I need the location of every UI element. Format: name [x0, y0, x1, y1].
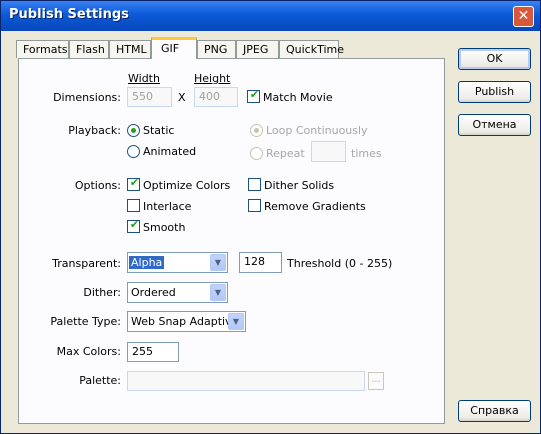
dimension-separator: X: [178, 91, 186, 104]
match-movie-checkbox[interactable]: ✔: [247, 88, 260, 103]
title-bar: Publish Settings ✕: [1, 1, 540, 31]
palette-label: Palette:: [79, 374, 121, 387]
static-label: Static: [143, 124, 175, 137]
remove-gradients-label: Remove Gradients: [264, 200, 366, 213]
tab-formats[interactable]: Formats: [16, 40, 69, 58]
publish-settings-dialog: Publish Settings ✕ Formats Flash HTML GI…: [0, 0, 541, 434]
chevron-down-icon[interactable]: ▼: [210, 284, 226, 301]
help-button[interactable]: Справка: [458, 400, 531, 422]
tab-flash[interactable]: Flash: [69, 40, 109, 58]
radio-dot: [131, 128, 136, 133]
radio-dot: [254, 128, 259, 133]
tab-quicktime[interactable]: QuickTime: [279, 40, 344, 58]
tab-jpeg[interactable]: JPEG: [236, 40, 279, 58]
palette-type-value: Web Snap Adaptive: [131, 315, 239, 328]
optimize-colors-checkbox[interactable]: ✔: [127, 176, 140, 191]
animated-radio[interactable]: [127, 145, 140, 158]
smooth-label: Smooth: [143, 221, 186, 234]
loop-continuously-radio[interactable]: [250, 124, 263, 137]
width-input[interactable]: 550: [127, 87, 172, 107]
max-colors-input[interactable]: 255: [127, 342, 179, 362]
checkmark-icon: ✔: [129, 176, 140, 189]
palette-type-label: Palette Type:: [50, 315, 121, 328]
transparent-label: Transparent:: [52, 257, 121, 270]
ok-button[interactable]: OK: [458, 48, 531, 70]
dither-label: Dither:: [83, 286, 121, 299]
options-label: Options:: [74, 179, 121, 192]
tab-png[interactable]: PNG: [197, 40, 236, 58]
interlace-label: Interlace: [143, 200, 192, 213]
times-label: times: [351, 147, 382, 160]
dither-value: Ordered: [131, 286, 176, 299]
publish-button[interactable]: Publish: [458, 81, 531, 103]
close-icon: ✕: [517, 8, 530, 24]
repeat-label: Repeat: [266, 147, 305, 160]
repeat-radio[interactable]: [250, 147, 263, 160]
static-radio[interactable]: [127, 124, 140, 137]
width-label: Width: [128, 72, 160, 85]
palette-input[interactable]: [127, 371, 365, 391]
transparent-value: Alpha: [129, 256, 165, 269]
close-button[interactable]: ✕: [513, 6, 534, 27]
height-input[interactable]: 400: [194, 87, 238, 107]
threshold-input[interactable]: 128: [239, 252, 282, 273]
repeat-count-input[interactable]: [311, 141, 346, 162]
gif-settings-panel: [18, 58, 445, 424]
chevron-down-icon[interactable]: ▼: [228, 313, 244, 330]
palette-type-select[interactable]: Web Snap Adaptive ▼: [127, 311, 246, 332]
interlace-checkbox[interactable]: [127, 199, 140, 212]
dither-solids-checkbox[interactable]: [248, 178, 261, 191]
cancel-button[interactable]: Отмена: [458, 114, 531, 136]
checkmark-icon: ✔: [129, 218, 140, 231]
dither-solids-label: Dither Solids: [264, 179, 335, 192]
dimensions-label: Dimensions:: [53, 91, 121, 104]
smooth-checkbox[interactable]: ✔: [127, 218, 140, 233]
threshold-label: Threshold (0 - 255): [287, 257, 393, 270]
chevron-down-icon[interactable]: ▼: [210, 254, 226, 271]
playback-label: Playback:: [68, 124, 121, 137]
checkmark-icon: ✔: [249, 88, 260, 101]
window-title: Publish Settings: [9, 7, 129, 22]
loop-continuously-label: Loop Continuously: [266, 124, 368, 137]
remove-gradients-checkbox[interactable]: [248, 199, 261, 212]
height-label: Height: [194, 72, 231, 85]
animated-label: Animated: [143, 145, 197, 158]
dither-select[interactable]: Ordered ▼: [127, 282, 228, 303]
transparent-select[interactable]: Alpha ▼: [127, 252, 228, 273]
optimize-colors-label: Optimize Colors: [143, 179, 231, 192]
max-colors-label: Max Colors:: [56, 345, 121, 358]
tab-html[interactable]: HTML: [109, 40, 151, 58]
palette-browse-button[interactable]: ...: [368, 372, 384, 390]
match-movie-label: Match Movie: [263, 91, 333, 104]
tab-gif[interactable]: GIF: [151, 37, 197, 59]
